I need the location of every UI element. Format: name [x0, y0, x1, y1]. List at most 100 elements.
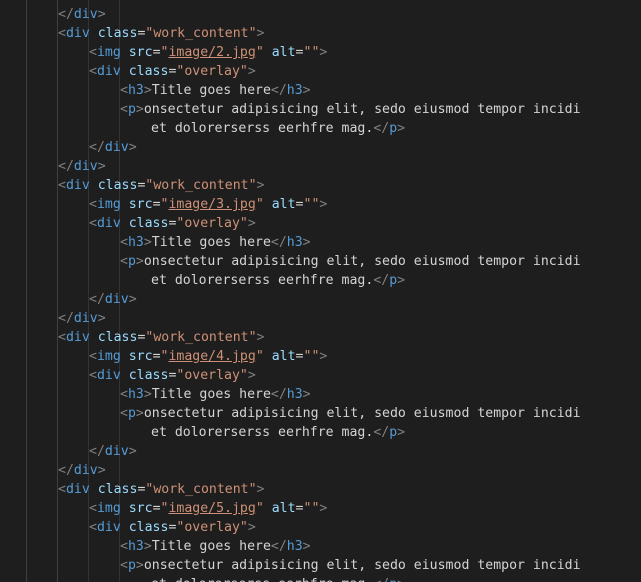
- token-text: Title goes here: [151, 387, 271, 402]
- token-punct: >: [143, 387, 152, 402]
- code-line: <h3>Title goes here</h3>: [120, 233, 311, 252]
- code-line: <h3>Title goes here</h3>: [120, 385, 311, 404]
- token-punct: >: [135, 406, 144, 421]
- code-line: et dolorerserss eerhfre mag.</p>: [151, 271, 405, 290]
- token-tag-name: div: [65, 178, 90, 193]
- code-line: et dolorerserss eerhfre mag.</p>: [151, 423, 405, 442]
- token-punct: </: [58, 463, 74, 478]
- token-attr-name: src: [128, 197, 153, 212]
- code-line: </div>: [89, 138, 137, 157]
- code-line: <img src="image/5.jpg" alt="">: [89, 499, 327, 518]
- token-tag-name: h3: [127, 539, 144, 554]
- indent-guide: [26, 0, 27, 582]
- token-string: "work_content": [145, 178, 257, 193]
- token-attr-name: class: [128, 368, 169, 383]
- code-line: <div class="work_content">: [58, 480, 265, 499]
- token-punct: >: [397, 121, 406, 136]
- token-text: Title goes here: [151, 539, 271, 554]
- token-punct: >: [135, 558, 144, 573]
- token-string-link[interactable]: image/3.jpg: [168, 197, 255, 212]
- token-tag-name: h3: [286, 539, 303, 554]
- token-string: "": [303, 349, 320, 364]
- code-line: </div>: [58, 157, 106, 176]
- token-punct: <: [58, 330, 66, 345]
- token-string: "overlay": [176, 368, 248, 383]
- token-punct: </: [373, 273, 390, 288]
- token-punct: </: [373, 425, 390, 440]
- token-tag-name: p: [127, 406, 136, 421]
- token-punct: >: [135, 254, 144, 269]
- token-string: ": [255, 197, 264, 212]
- token-tag-name: img: [96, 45, 121, 60]
- token-punct: >: [319, 349, 328, 364]
- token-text: et dolorerserss eerhfre mag.: [151, 121, 374, 136]
- token-punct: >: [143, 235, 152, 250]
- code-editor[interactable]: </div> <div class="work_content"> <img src…: [0, 0, 641, 582]
- token-tag-name: h3: [127, 235, 144, 250]
- token-string: "overlay": [176, 216, 248, 231]
- token-punct: >: [128, 292, 137, 307]
- token-punct: >: [302, 83, 311, 98]
- code-line: </div>: [58, 461, 106, 480]
- token-tag-name: p: [127, 102, 136, 117]
- token-punct: <: [89, 216, 97, 231]
- code-line: <h3>Title goes here</h3>: [120, 81, 311, 100]
- token-attr-name: class: [97, 482, 138, 497]
- code-line: <div class="overlay">: [89, 366, 256, 385]
- token-tag-name: img: [96, 501, 121, 516]
- token-punct: </: [270, 83, 287, 98]
- token-attr-name: class: [128, 64, 169, 79]
- token-tag-name: h3: [286, 83, 303, 98]
- token-punct: </: [373, 577, 389, 582]
- token-string: "overlay": [176, 520, 248, 535]
- token-punct: <: [89, 197, 97, 212]
- token-punct: >: [97, 463, 106, 478]
- code-line: <div class="overlay">: [89, 518, 256, 537]
- token-tag-name: p: [127, 558, 136, 573]
- token-tag-name: h3: [127, 83, 144, 98]
- token-tag-name: div: [73, 7, 98, 22]
- token-string: ": [255, 349, 264, 364]
- token-string-link[interactable]: image/2.jpg: [168, 45, 255, 60]
- token-attr-name: src: [128, 501, 153, 516]
- token-punct: <: [89, 349, 97, 364]
- token-tag-name: div: [73, 159, 98, 174]
- token-attr-name: class: [97, 178, 138, 193]
- token-punct: >: [247, 520, 256, 535]
- token-tag-name: h3: [127, 387, 144, 402]
- token-punct: >: [143, 83, 152, 98]
- token-punct: <: [120, 235, 128, 250]
- token-equals: =: [295, 349, 304, 364]
- token-punct: <: [89, 520, 97, 535]
- token-string-link[interactable]: image/5.jpg: [168, 501, 255, 516]
- code-line: <img src="image/2.jpg" alt="">: [89, 43, 327, 62]
- token-string-link[interactable]: image/4.jpg: [168, 349, 255, 364]
- token-string: ": [255, 501, 264, 516]
- token-text: et dolorerserss eerhfre mag.: [151, 577, 373, 582]
- token-punct: </: [58, 7, 74, 22]
- token-punct: <: [120, 387, 128, 402]
- token-punct: >: [319, 501, 328, 516]
- token-punct: </: [89, 444, 105, 459]
- token-tag-name: div: [65, 26, 90, 41]
- token-attr-name: class: [128, 520, 169, 535]
- token-equals: =: [295, 197, 304, 212]
- token-punct: </: [89, 292, 105, 307]
- code-line: <div class="work_content">: [58, 24, 265, 43]
- code-line: <p>onsectetur adipisicing elit, sedo eiu…: [120, 100, 581, 119]
- token-tag-name: div: [104, 292, 129, 307]
- token-tag-name: div: [104, 140, 129, 155]
- code-line: <img src="image/3.jpg" alt="">: [89, 195, 327, 214]
- token-string: "": [303, 197, 320, 212]
- token-punct: <: [89, 64, 97, 79]
- token-punct: <: [120, 83, 128, 98]
- token-equals: =: [152, 349, 161, 364]
- token-text: onsectetur adipisicing elit, sedo eiusmo…: [143, 254, 581, 269]
- token-punct: >: [256, 330, 265, 345]
